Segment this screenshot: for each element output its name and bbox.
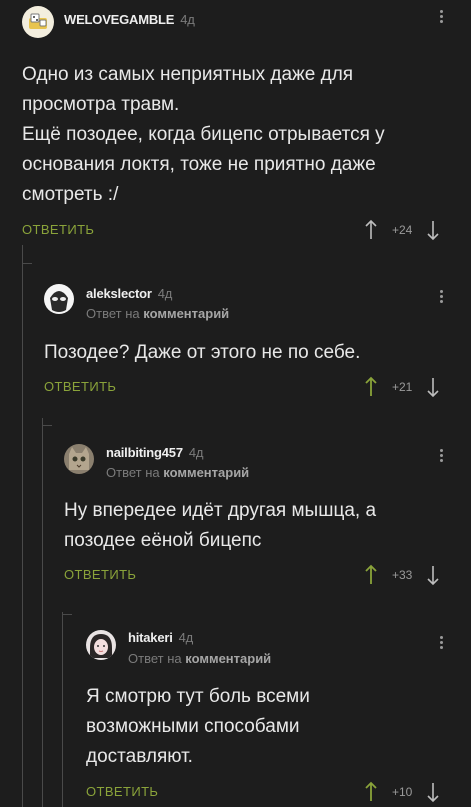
score: +21 xyxy=(392,380,413,394)
reply-button[interactable]: ОТВЕТИТЬ xyxy=(22,222,94,237)
thread-line-3 xyxy=(62,612,63,807)
avatar[interactable] xyxy=(64,444,94,474)
score: +10 xyxy=(392,785,413,799)
score: +24 xyxy=(392,223,413,237)
vote-controls: +33 xyxy=(364,563,440,587)
kebab-menu-icon[interactable] xyxy=(437,288,445,305)
timestamp: 4д xyxy=(157,286,173,301)
up-arrow-icon[interactable] xyxy=(364,219,378,241)
reply-button[interactable]: ОТВЕТИТЬ xyxy=(86,784,158,799)
kebab-menu-icon[interactable] xyxy=(437,447,445,464)
author-name[interactable]: hitakeri 4д xyxy=(128,630,193,645)
reply-context[interactable]: Ответ на комментарий xyxy=(106,465,249,480)
up-arrow-icon[interactable] xyxy=(364,376,378,398)
author-name[interactable]: nailbiting457 4д xyxy=(106,445,204,460)
comment-text: Ну впередее идёт другая мышца, а позодее… xyxy=(64,500,377,551)
kebab-menu-icon[interactable] xyxy=(437,8,445,25)
timestamp: 4д xyxy=(178,630,194,645)
thread-branch-3 xyxy=(62,614,72,615)
up-arrow-icon[interactable] xyxy=(364,781,378,803)
down-arrow-icon[interactable] xyxy=(426,781,440,803)
timestamp: 4д xyxy=(180,12,195,27)
avatar[interactable] xyxy=(22,6,54,38)
down-arrow-icon[interactable] xyxy=(426,376,440,398)
comment-text: Я смотрю тут боль всеми возможными спосо… xyxy=(86,686,310,767)
author-name[interactable]: WELOVEGAMBLE 4д xyxy=(64,12,195,27)
down-arrow-icon[interactable] xyxy=(426,564,440,586)
vote-controls: +21 xyxy=(364,375,440,399)
author-name[interactable]: alekslector 4д xyxy=(86,286,172,301)
reply-context[interactable]: Ответ на комментарий xyxy=(86,306,229,321)
reply-button[interactable]: ОТВЕТИТЬ xyxy=(64,567,136,582)
avatar[interactable] xyxy=(86,630,116,660)
girl-avatar-icon xyxy=(90,634,112,658)
comment-text: Позодее? Даже от этого не по себе. xyxy=(44,342,361,363)
vote-controls: +24 xyxy=(364,218,440,242)
reply-context[interactable]: Ответ на комментарий xyxy=(128,651,271,666)
vote-controls: +10 xyxy=(364,780,440,804)
thread-branch-1 xyxy=(22,263,32,264)
up-arrow-icon[interactable] xyxy=(364,564,378,586)
avatar[interactable] xyxy=(44,284,74,314)
kebab-menu-icon[interactable] xyxy=(437,634,445,651)
thread-branch-2 xyxy=(42,425,52,426)
comment-text: Одно из самых неприятных даже для просмо… xyxy=(22,64,385,205)
down-arrow-icon[interactable] xyxy=(426,219,440,241)
timestamp: 4д xyxy=(188,445,204,460)
thread-line-1 xyxy=(22,245,23,807)
score: +33 xyxy=(392,568,413,582)
mask-avatar-icon xyxy=(50,291,68,312)
dice-logo-icon xyxy=(29,13,47,29)
cat-avatar-icon xyxy=(69,447,89,470)
thread-line-2 xyxy=(42,418,43,807)
reply-button[interactable]: ОТВЕТИТЬ xyxy=(44,379,116,394)
